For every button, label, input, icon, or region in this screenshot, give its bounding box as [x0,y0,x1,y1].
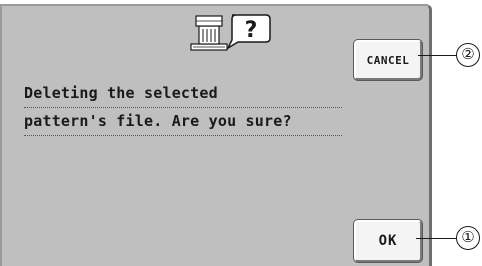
cancel-callout-leader [418,55,458,56]
ok-callout-number: ① [456,226,480,250]
embroidery-machine-question-icon: ? [190,14,271,51]
ok-callout-leader [416,238,458,239]
message-line: Deleting the selected [24,80,342,108]
cancel-button[interactable]: CANCEL [354,40,422,80]
ok-button[interactable]: OK [354,220,422,262]
cancel-callout-number: ② [456,43,480,67]
question-mark-glyph: ? [245,18,258,43]
dialog-panel: ? Deleting the selected pattern's file. … [0,4,432,266]
message-line: pattern's file. Are you sure? [24,108,342,136]
confirmation-message: Deleting the selected pattern's file. Ar… [24,80,342,136]
